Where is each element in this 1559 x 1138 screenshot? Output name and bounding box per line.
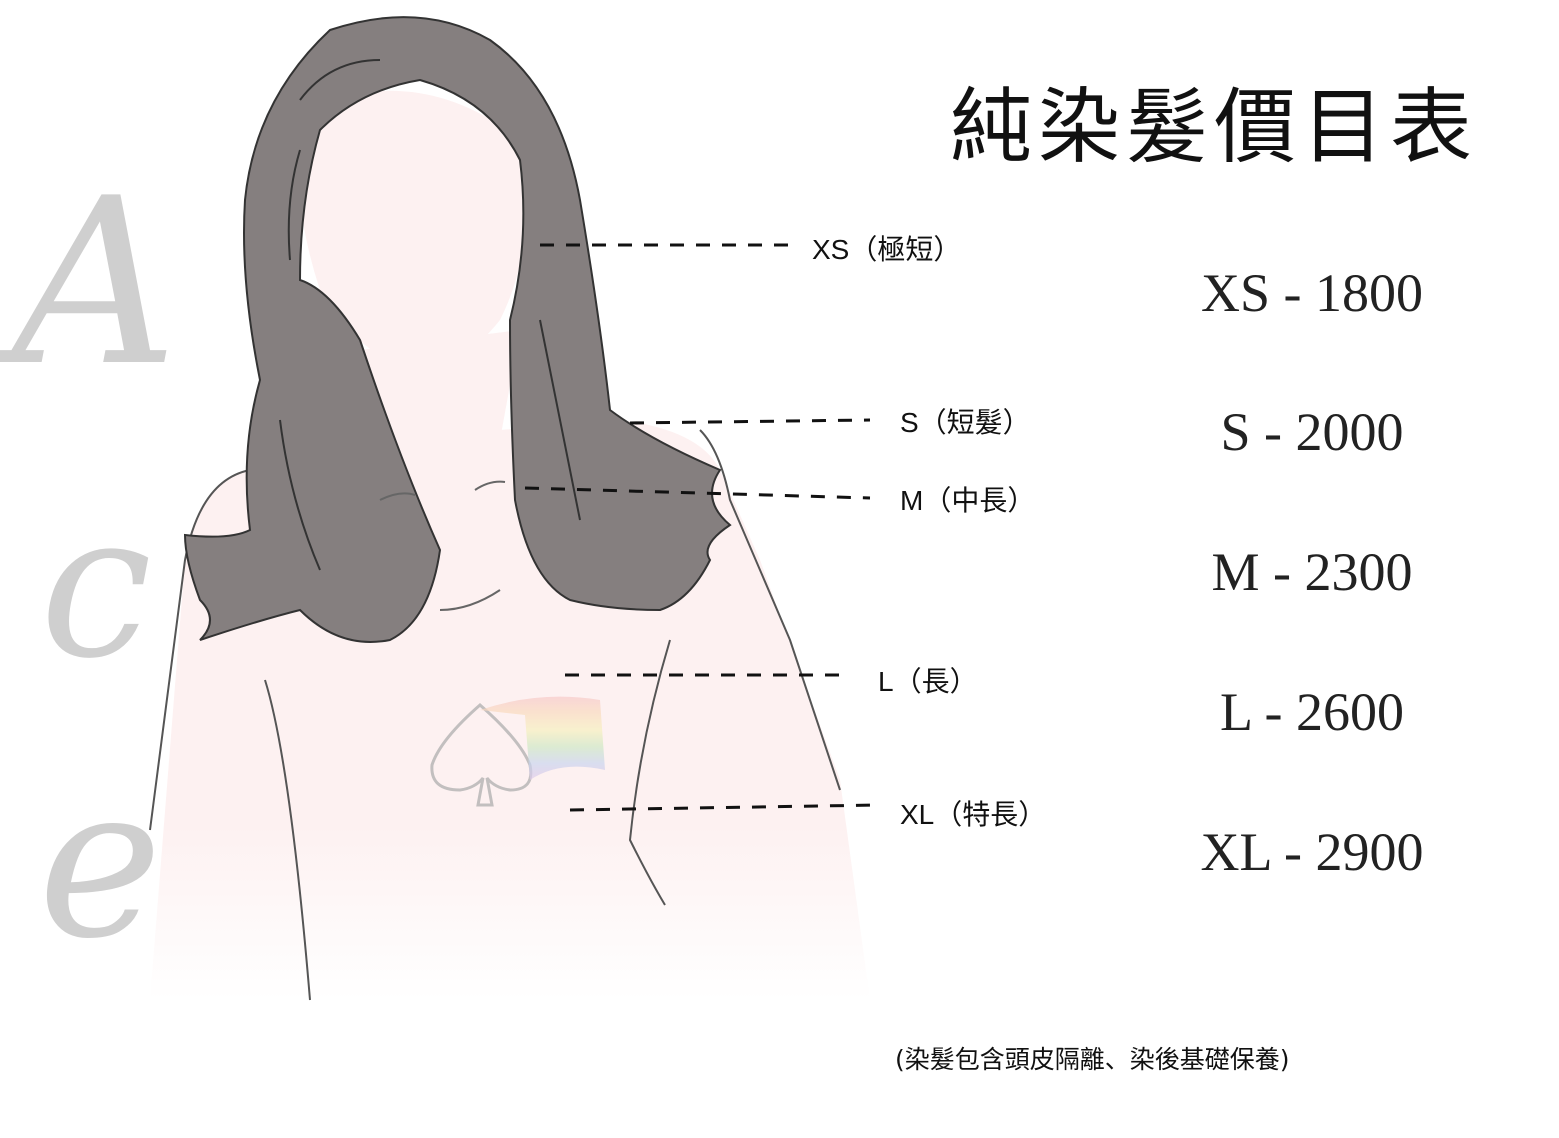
leader-line-s xyxy=(629,418,871,425)
page-title: 純染髮價目表 xyxy=(950,80,1479,175)
length-label-m: M（中長） xyxy=(900,485,1036,516)
price-s: S - 2000 xyxy=(1220,402,1404,462)
price-l: L - 2600 xyxy=(1220,682,1404,742)
length-label-l: L（長） xyxy=(878,666,978,697)
side-letter-e: e xyxy=(38,740,163,985)
price-xs: XS - 1800 xyxy=(1200,263,1423,323)
price-m: M - 2300 xyxy=(1211,542,1413,602)
side-letter-a: A xyxy=(12,150,179,417)
length-label-xl: XL（特長） xyxy=(900,799,1047,830)
side-letter-c: c xyxy=(40,470,153,703)
price-xl: XL - 2900 xyxy=(1200,822,1424,882)
length-label-s: S（短髮） xyxy=(900,407,1031,438)
length-label-xs: XS（極短） xyxy=(812,234,962,265)
footnote: (染髮包含頭皮隔離、染後基礎保養) xyxy=(895,1045,1290,1074)
